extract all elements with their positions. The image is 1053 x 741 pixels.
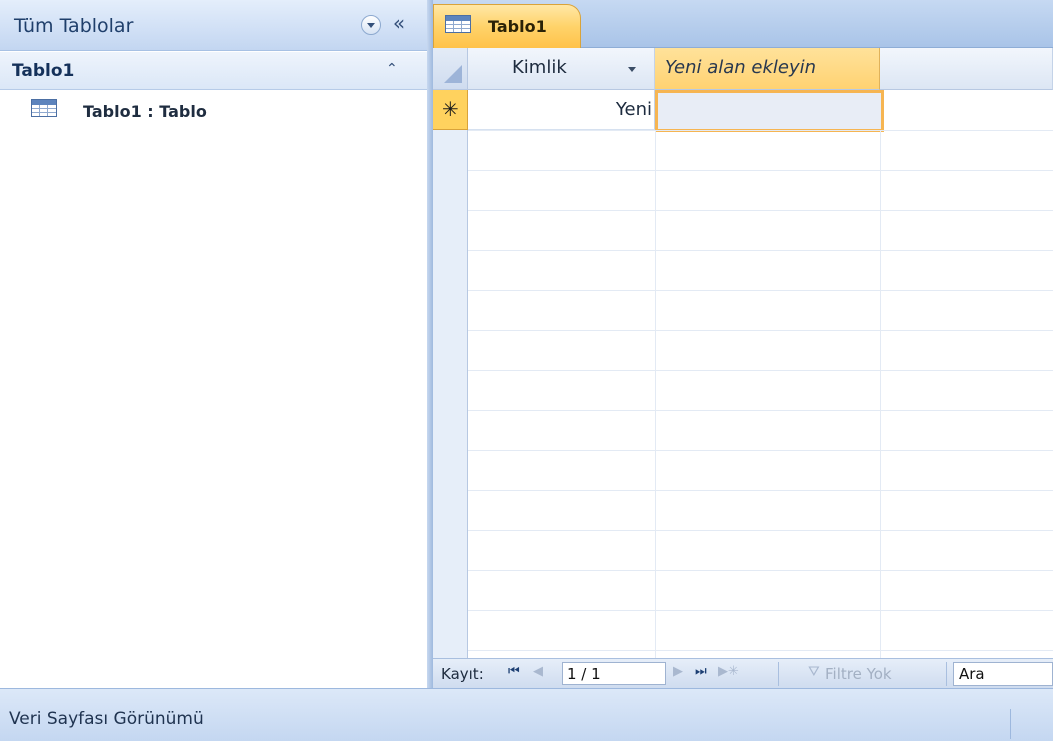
chevron-down-icon[interactable] [361,15,381,35]
group-title: Tablo1 [12,61,75,81]
cell-value: Yeni [615,99,652,120]
funnel-icon: ⛛ [808,664,820,680]
divider [778,662,779,686]
grid-line [880,130,881,658]
new-record-icon[interactable]: ▶✳ [718,664,739,679]
grid-line [655,130,656,658]
add-field-label: Yeni alan ekleyin [665,57,817,78]
collapse-pane-icon[interactable]: « [388,11,410,37]
active-cell-new-field[interactable] [655,90,884,132]
previous-record-icon[interactable]: ◀ [533,664,543,679]
divider [946,662,947,686]
current-record-input[interactable] [562,662,666,685]
column-header-empty [880,48,1053,90]
chevron-up-icon[interactable]: ⌃ [386,61,398,77]
record-navigator: Kayıt: ⏮ ◀ ▶ ⏭ ▶✳ ⛛ Filtre Yok [433,658,1053,688]
status-text: Veri Sayfası Görünümü [9,709,204,729]
tab-label: Tablo1 [488,17,547,36]
nav-pane-title[interactable]: Tüm Tablolar [14,15,133,37]
column-header-add-field[interactable]: Yeni alan ekleyin [655,48,880,90]
column-label: Kimlik [512,57,567,78]
navigation-pane: Tüm Tablolar « Tablo1 ⌃ Tablo1 : Tablo [0,0,427,688]
table-icon [31,99,57,117]
first-record-icon[interactable]: ⏮ [508,664,520,679]
group-header-tablo1[interactable]: Tablo1 ⌃ [0,52,427,90]
column-header-kimlik[interactable]: Kimlik [468,48,655,90]
datasheet: Kimlik Yeni alan ekleyin ✳ Yeni [433,48,1053,658]
document-area: Tablo1 Kimlik Yeni alan ekleyin ✳ Yeni K… [433,0,1053,688]
asterisk-icon: ✳ [442,97,459,121]
search-input[interactable] [953,662,1053,686]
column-dropdown-icon[interactable] [628,67,636,72]
new-record-marker[interactable]: ✳ [433,90,468,130]
row-selector-column[interactable] [433,90,468,658]
nav-item-tablo1[interactable]: Tablo1 : Tablo [0,96,427,126]
nav-pane-header[interactable]: Tüm Tablolar « [0,0,427,51]
divider [1010,709,1011,739]
table-icon [445,15,471,33]
record-label: Kayıt: [441,665,484,683]
status-bar: Veri Sayfası Görünümü [0,688,1053,741]
nav-item-label: Tablo1 : Tablo [83,102,207,121]
filter-toggle[interactable]: Filtre Yok [825,665,892,683]
cell-kimlik-new[interactable]: Yeni [468,90,655,130]
select-all-button[interactable] [433,48,468,90]
last-record-icon[interactable]: ⏭ [695,664,707,679]
next-record-icon[interactable]: ▶ [673,664,683,679]
tab-tablo1[interactable]: Tablo1 [433,4,581,48]
empty-grid-rows [468,130,1053,658]
document-tab-strip: Tablo1 [433,0,1053,48]
